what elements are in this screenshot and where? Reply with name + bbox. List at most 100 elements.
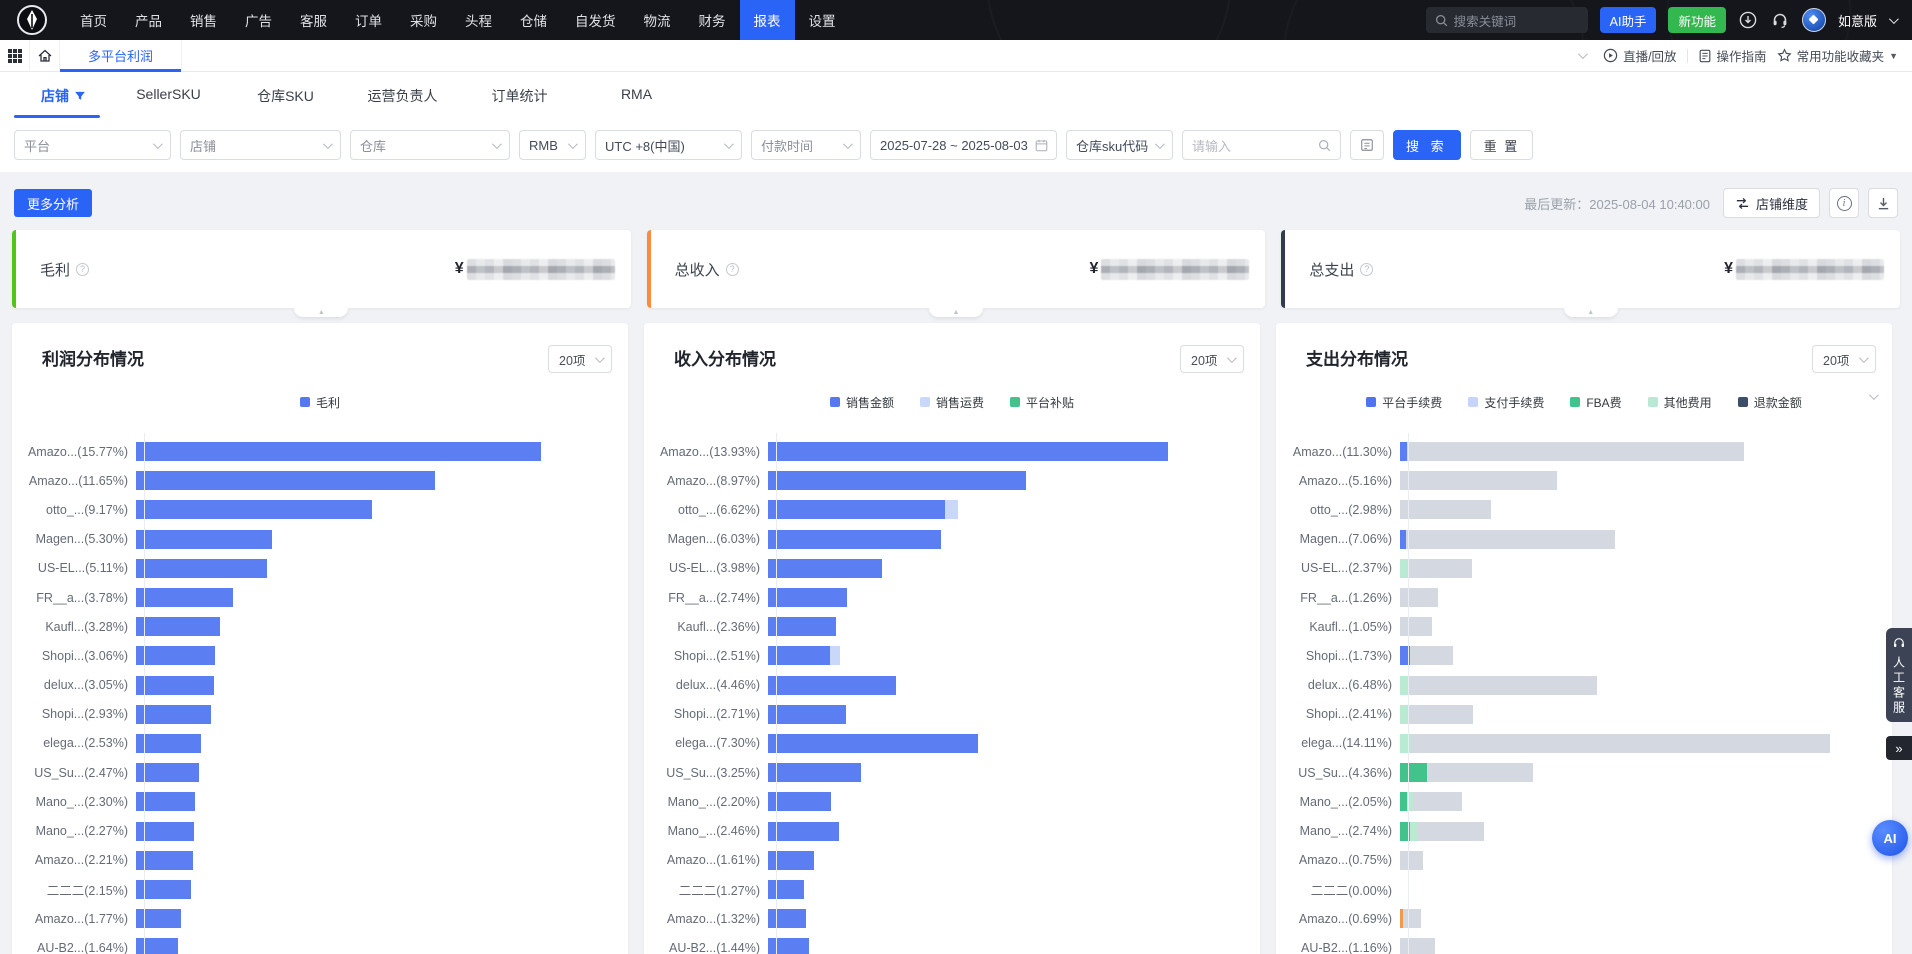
- more-analysis-button[interactable]: 更多分析: [14, 189, 92, 217]
- legend-item-毛利[interactable]: 毛利: [300, 394, 340, 411]
- nav-item-6[interactable]: 订单: [341, 0, 396, 40]
- bar[interactable]: [768, 763, 861, 782]
- ai-assistant-button[interactable]: AI助手: [1600, 7, 1657, 33]
- bar[interactable]: [1400, 442, 1744, 461]
- download-circle-icon[interactable]: [1738, 10, 1758, 30]
- live-replay-link[interactable]: 直播/回放: [1603, 46, 1676, 65]
- bar[interactable]: [768, 471, 1026, 490]
- bar[interactable]: [136, 442, 541, 461]
- favorites-link[interactable]: 常用功能收藏夹 ▼: [1777, 46, 1898, 65]
- bar[interactable]: [136, 938, 178, 954]
- subtab-订单统计[interactable]: 订单统计: [461, 86, 578, 118]
- store-select[interactable]: 店铺: [180, 130, 341, 160]
- currency-select[interactable]: RMB: [519, 130, 586, 160]
- bar[interactable]: [1400, 792, 1462, 811]
- bar[interactable]: [768, 676, 896, 695]
- bar[interactable]: [1400, 851, 1423, 870]
- nav-item-8[interactable]: 头程: [451, 0, 506, 40]
- subtab-仓库SKU[interactable]: 仓库SKU: [227, 86, 344, 118]
- subtab-运营负责人[interactable]: 运营负责人: [344, 86, 461, 118]
- payment-time-select[interactable]: 付款时间: [751, 130, 861, 160]
- bar[interactable]: [136, 705, 211, 724]
- help-icon[interactable]: ?: [726, 263, 739, 276]
- home-icon[interactable]: [30, 40, 60, 72]
- timezone-select[interactable]: UTC +8(中国): [595, 130, 742, 160]
- bar[interactable]: [136, 530, 272, 549]
- bar[interactable]: [768, 792, 831, 811]
- sku-search-input[interactable]: 请输入: [1182, 130, 1341, 160]
- subtab-SellerSKU[interactable]: SellerSKU: [110, 86, 227, 118]
- legend-item-销售金额[interactable]: 销售金额: [830, 394, 894, 411]
- nav-item-13[interactable]: 报表: [740, 0, 795, 40]
- bar[interactable]: [768, 500, 958, 519]
- nav-item-1[interactable]: 首页: [66, 0, 121, 40]
- nav-item-10[interactable]: 自发货: [561, 0, 630, 40]
- bar[interactable]: [136, 734, 201, 753]
- collapse-notch[interactable]: ▲: [929, 307, 983, 317]
- bar[interactable]: [136, 880, 191, 899]
- global-search-input[interactable]: 搜索关键词: [1426, 7, 1588, 33]
- headset-icon[interactable]: [1770, 10, 1790, 30]
- help-icon[interactable]: ?: [76, 263, 89, 276]
- bar[interactable]: [136, 500, 372, 519]
- help-icon[interactable]: ?: [1360, 263, 1373, 276]
- legend-item-平台补贴[interactable]: 平台补贴: [1010, 394, 1074, 411]
- ai-fab-button[interactable]: AI: [1872, 820, 1908, 856]
- bar[interactable]: [136, 617, 220, 636]
- search-button[interactable]: 搜 索: [1393, 130, 1461, 160]
- nav-item-12[interactable]: 财务: [685, 0, 740, 40]
- download-button[interactable]: [1868, 188, 1898, 218]
- guide-link[interactable]: 操作指南: [1698, 46, 1767, 65]
- legend-item-支付手续费[interactable]: 支付手续费: [1468, 394, 1544, 411]
- bar[interactable]: [768, 442, 1168, 461]
- version-label[interactable]: 如意版: [1838, 11, 1877, 30]
- bar[interactable]: [136, 559, 267, 578]
- nav-item-5[interactable]: 客服: [286, 0, 341, 40]
- collapse-notch[interactable]: ▲: [1564, 307, 1618, 317]
- collapse-panel-button[interactable]: »: [1886, 736, 1912, 760]
- bar[interactable]: [1400, 705, 1473, 724]
- nav-item-2[interactable]: 产品: [121, 0, 176, 40]
- bar[interactable]: [136, 588, 233, 607]
- tabs-dropdown-chevron-icon[interactable]: [1578, 49, 1588, 59]
- bar[interactable]: [768, 705, 846, 724]
- info-button[interactable]: i: [1829, 188, 1859, 218]
- bar[interactable]: [1400, 676, 1597, 695]
- legend-collapse-chevron-icon[interactable]: [1869, 390, 1879, 400]
- store-dimension-button[interactable]: 店铺维度: [1723, 188, 1820, 218]
- open-page-tab[interactable]: 多平台利润: [60, 40, 182, 72]
- bar[interactable]: [1400, 646, 1453, 665]
- bar[interactable]: [1400, 471, 1557, 490]
- legend-item-其他费用[interactable]: 其他费用: [1648, 394, 1712, 411]
- batch-input-button[interactable]: [1350, 130, 1384, 160]
- nav-item-4[interactable]: 广告: [231, 0, 286, 40]
- nav-item-7[interactable]: 采购: [396, 0, 451, 40]
- bar[interactable]: [1400, 530, 1615, 549]
- legend-item-销售运费[interactable]: 销售运费: [920, 394, 984, 411]
- bar[interactable]: [1400, 763, 1533, 782]
- bar[interactable]: [768, 530, 941, 549]
- bar[interactable]: [768, 822, 839, 841]
- warehouse-select[interactable]: 仓库: [350, 130, 510, 160]
- bar[interactable]: [768, 851, 814, 870]
- new-feature-button[interactable]: 新功能: [1668, 7, 1726, 33]
- bar[interactable]: [768, 880, 804, 899]
- bar[interactable]: [1400, 822, 1484, 841]
- bar[interactable]: [136, 851, 193, 870]
- bar[interactable]: [1400, 500, 1491, 519]
- legend-item-退款金额[interactable]: 退款金额: [1738, 394, 1802, 411]
- nav-item-14[interactable]: 设置: [795, 0, 850, 40]
- apps-grid-icon[interactable]: [0, 40, 30, 72]
- bar[interactable]: [768, 646, 840, 665]
- bar[interactable]: [136, 909, 181, 928]
- sku-type-select[interactable]: 仓库sku代码: [1066, 130, 1173, 160]
- customer-service-tab[interactable]: 人工客服: [1886, 628, 1912, 722]
- user-avatar[interactable]: [1802, 8, 1826, 32]
- platform-select[interactable]: 平台: [14, 130, 171, 160]
- bar[interactable]: [768, 938, 809, 954]
- bar[interactable]: [768, 617, 836, 636]
- reset-button[interactable]: 重 置: [1470, 130, 1534, 160]
- bar[interactable]: [136, 471, 435, 490]
- bar[interactable]: [136, 676, 214, 695]
- item-count-select[interactable]: 20项: [548, 345, 612, 373]
